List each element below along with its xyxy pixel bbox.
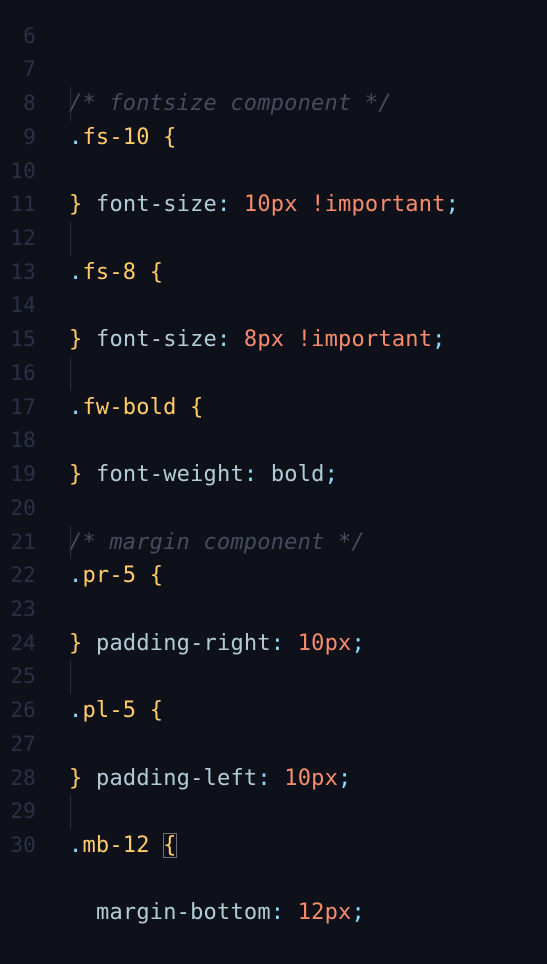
indent-guide [70,87,71,121]
selector-name: mb-12 [82,832,150,858]
code-line-25[interactable]: 25 .pl-5 { [0,627,547,723]
code-line-28[interactable]: 28 [0,728,547,790]
declaration: margin-bottom: 12px; [96,896,365,930]
code-line-11[interactable]: 11 [0,155,547,216]
colon: : [270,900,285,926]
code-line-26[interactable]: 26 padding-left: 10px; [0,660,547,791]
code-line-9[interactable]: 9 font-size: 10px !important; [0,87,547,217]
code-line-10[interactable]: 10 } [0,121,547,218]
code-line-12[interactable]: 12 .fs-8 { [0,188,547,285]
css-property: margin-bottom [96,900,271,926]
indent-guide [70,660,71,695]
code-line-23[interactable]: 23 } [0,559,547,656]
selector-dot: . [69,832,83,858]
code-line-30[interactable]: 30 margin-bottom: 12px; [0,795,547,925]
line-number: 30 [10,832,36,857]
code-editor[interactable]: 6 7 /* fontsize component */ 8 .fs-10 { … [0,0,547,926]
open-brace-matched: { [163,832,177,858]
code-line-18[interactable]: 18 } [0,391,547,487]
code-line-22[interactable]: 22 padding-right: 10px; [0,525,547,656]
indent-guide [70,222,71,256]
rule-open: .mb-12 { [69,829,177,863]
code-line-17[interactable]: 17 font-weight: bold; [0,356,547,487]
code-line-24[interactable]: 24 [0,593,547,655]
code-line-29[interactable]: 29 .mb-12 { [0,762,547,858]
indent-guide [70,356,71,391]
css-selector: .mb-12 [69,833,150,858]
code-line-7[interactable]: 7 /* fontsize component */ [0,20,547,116]
indent-guide [70,525,71,560]
code-line-13[interactable]: 13 font-size: 8px !important; [0,222,547,352]
code-line-16[interactable]: 16 .fw-bold { [0,323,547,420]
code-line-8[interactable]: 8 .fs-10 { [0,53,547,150]
code-line-14[interactable]: 14 } [0,256,547,352]
semicolon: ; [351,900,365,926]
code-line-19[interactable]: 19 [0,424,547,486]
code-line-21[interactable]: 21 .pr-5 { [0,492,547,589]
code-line-27[interactable]: 27 } [0,694,547,791]
css-value: 12px [297,900,352,926]
code-line-6[interactable]: 6 [0,0,547,48]
code-line-20[interactable]: 20 /* margin component */ [0,458,547,555]
indent-guide [70,795,71,829]
code-line-15[interactable]: 15 [0,289,547,351]
